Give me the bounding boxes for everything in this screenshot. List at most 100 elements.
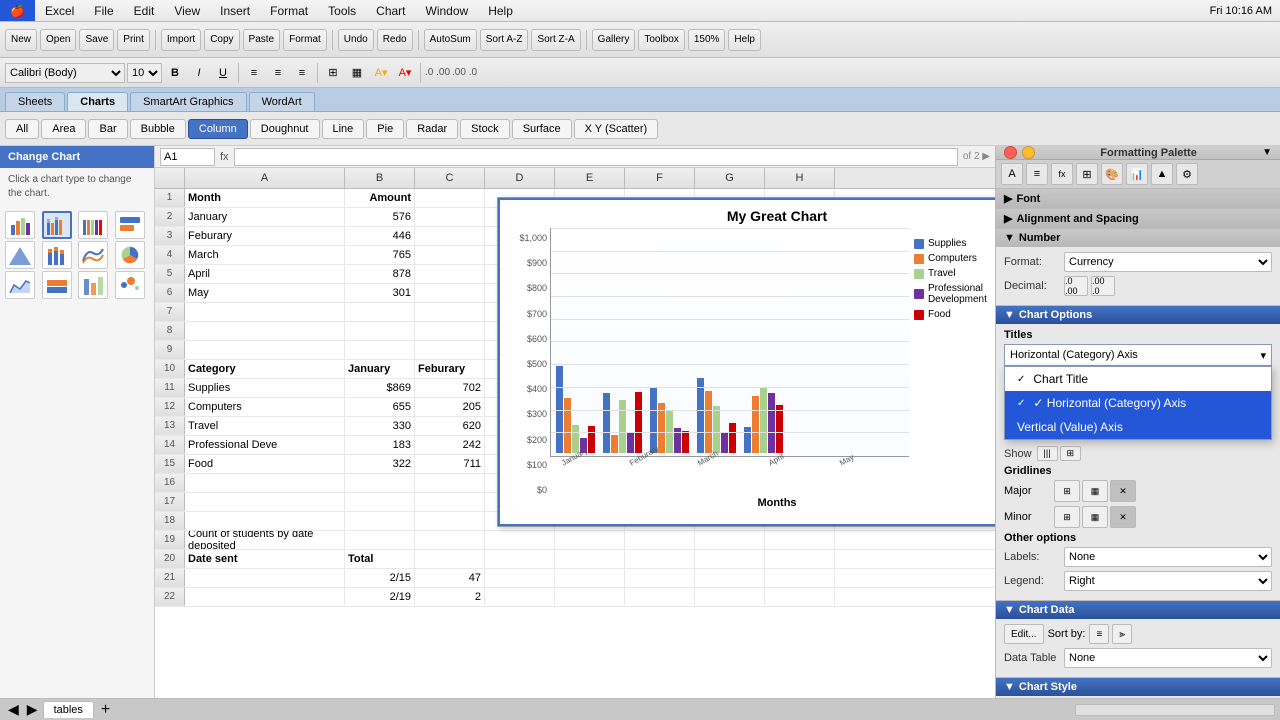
- chart-icon-11[interactable]: [78, 271, 108, 299]
- cell-B19[interactable]: [345, 531, 415, 549]
- menu-edit[interactable]: Edit: [124, 0, 165, 21]
- palette-collapse-button[interactable]: ▼: [1262, 147, 1272, 158]
- cell-E20[interactable]: [555, 550, 625, 568]
- cell-D21[interactable]: [485, 569, 555, 587]
- chart-data-header[interactable]: ▼ Chart Data: [996, 601, 1280, 619]
- undo-button[interactable]: Undo: [338, 29, 374, 51]
- col-header-G[interactable]: G: [695, 168, 765, 188]
- autosum-button[interactable]: AutoSum: [424, 29, 477, 51]
- ct-scatter[interactable]: X Y (Scatter): [574, 119, 659, 139]
- cell-A13[interactable]: Travel: [185, 417, 345, 435]
- cell-F22[interactable]: [625, 588, 695, 606]
- cell-E21[interactable]: [555, 569, 625, 587]
- cell-B4[interactable]: 765: [345, 246, 415, 264]
- axis-option-vertical[interactable]: Vertical (Value) Axis: [1005, 415, 1271, 439]
- ct-doughnut[interactable]: Doughnut: [250, 119, 320, 139]
- cell-A8[interactable]: [185, 322, 345, 340]
- font-size-select[interactable]: 10: [127, 63, 162, 83]
- new-button[interactable]: New: [5, 29, 37, 51]
- chart-icon-3[interactable]: [78, 211, 108, 239]
- cell-A17[interactable]: [185, 493, 345, 511]
- cell-A21[interactable]: [185, 569, 345, 587]
- chart-icon-10[interactable]: [42, 271, 72, 299]
- cell-A10[interactable]: Category: [185, 360, 345, 378]
- cell-C21[interactable]: 47: [415, 569, 485, 587]
- cell-C10[interactable]: Feburary: [415, 360, 485, 378]
- chart-icon-5[interactable]: [5, 241, 35, 269]
- cell-B13[interactable]: 330: [345, 417, 415, 435]
- chart-icon-1[interactable]: [5, 211, 35, 239]
- italic-button[interactable]: I: [188, 62, 210, 84]
- data-table-select[interactable]: None: [1064, 648, 1272, 668]
- ct-column[interactable]: Column: [188, 119, 248, 139]
- font-color-button[interactable]: A▾: [394, 62, 416, 84]
- underline-button[interactable]: U: [212, 62, 234, 84]
- minor-gridlines-btn-2[interactable]: ▦: [1082, 506, 1108, 528]
- bold-button[interactable]: B: [164, 62, 186, 84]
- font-section-header[interactable]: ▶ Font: [996, 189, 1280, 208]
- cell-B14[interactable]: 183: [345, 436, 415, 454]
- font-family-select[interactable]: Calibri (Body): [5, 63, 125, 83]
- cell-A20[interactable]: Date sent: [185, 550, 345, 568]
- ct-bubble[interactable]: Bubble: [130, 119, 186, 139]
- cell-C20[interactable]: [415, 550, 485, 568]
- menu-file[interactable]: File: [84, 0, 123, 21]
- cell-F21[interactable]: [625, 569, 695, 587]
- help-button[interactable]: Help: [728, 29, 761, 51]
- tab-smartart[interactable]: SmartArt Graphics: [130, 92, 246, 111]
- ct-bar[interactable]: Bar: [88, 119, 127, 139]
- col-header-H[interactable]: H: [765, 168, 835, 188]
- menu-format[interactable]: Format: [260, 0, 318, 21]
- save-button[interactable]: Save: [79, 29, 114, 51]
- toolbox-button[interactable]: Toolbox: [638, 29, 684, 51]
- cell-D22[interactable]: [485, 588, 555, 606]
- minor-gridlines-btn-3[interactable]: ✕: [1110, 506, 1136, 528]
- major-gridlines-btn-1[interactable]: ⊞: [1054, 480, 1080, 502]
- axis-option-horizontal[interactable]: ✓ Horizontal (Category) Axis: [1005, 391, 1271, 415]
- cell-C1[interactable]: [415, 189, 485, 207]
- tab-next-button[interactable]: ▶: [24, 701, 41, 718]
- chart-icon-8[interactable]: [115, 241, 145, 269]
- menu-tools[interactable]: Tools: [318, 0, 366, 21]
- borders-button[interactable]: ▦: [346, 62, 368, 84]
- col-header-A[interactable]: A: [185, 168, 345, 188]
- axis-option-chart-title[interactable]: Chart Title: [1005, 367, 1271, 391]
- palette-minimize-button[interactable]: [1022, 146, 1035, 159]
- cell-C3[interactable]: [415, 227, 485, 245]
- cell-C18[interactable]: [415, 512, 485, 530]
- alignment-section-header[interactable]: ▶ Alignment and Spacing: [996, 209, 1280, 228]
- cell-A4[interactable]: March: [185, 246, 345, 264]
- cell-B3[interactable]: 446: [345, 227, 415, 245]
- cell-H21[interactable]: [765, 569, 835, 587]
- menu-apple[interactable]: 🍎: [0, 0, 35, 21]
- cell-B16[interactable]: [345, 474, 415, 492]
- cell-C13[interactable]: 620: [415, 417, 485, 435]
- fill-color-button[interactable]: A▾: [370, 62, 392, 84]
- cell-C8[interactable]: [415, 322, 485, 340]
- cell-C11[interactable]: 702: [415, 379, 485, 397]
- col-header-C[interactable]: C: [415, 168, 485, 188]
- col-header-E[interactable]: E: [555, 168, 625, 188]
- cell-C5[interactable]: [415, 265, 485, 283]
- align-left-button[interactable]: ≡: [243, 62, 265, 84]
- chart-icon-7[interactable]: [78, 241, 108, 269]
- cell-B17[interactable]: [345, 493, 415, 511]
- cell-A6[interactable]: May: [185, 284, 345, 302]
- ct-area[interactable]: Area: [41, 119, 86, 139]
- cell-A3[interactable]: Feburary: [185, 227, 345, 245]
- col-header-F[interactable]: F: [625, 168, 695, 188]
- cell-G22[interactable]: [695, 588, 765, 606]
- palette-tool-2[interactable]: ≡: [1026, 163, 1048, 185]
- palette-tool-5[interactable]: 🎨: [1101, 163, 1123, 185]
- chart-icon-6[interactable]: [42, 241, 72, 269]
- cell-A15[interactable]: Food: [185, 455, 345, 473]
- cell-H20[interactable]: [765, 550, 835, 568]
- import-button[interactable]: Import: [161, 29, 201, 51]
- zoom-button[interactable]: 150%: [688, 29, 726, 51]
- cell-B8[interactable]: [345, 322, 415, 340]
- horizontal-scrollbar[interactable]: [1075, 704, 1275, 716]
- cell-B6[interactable]: 301: [345, 284, 415, 302]
- chart-style-header[interactable]: ▼ Chart Style: [996, 678, 1280, 696]
- sort-btn-cols[interactable]: ⫸: [1112, 624, 1132, 644]
- redo-button[interactable]: Redo: [377, 29, 413, 51]
